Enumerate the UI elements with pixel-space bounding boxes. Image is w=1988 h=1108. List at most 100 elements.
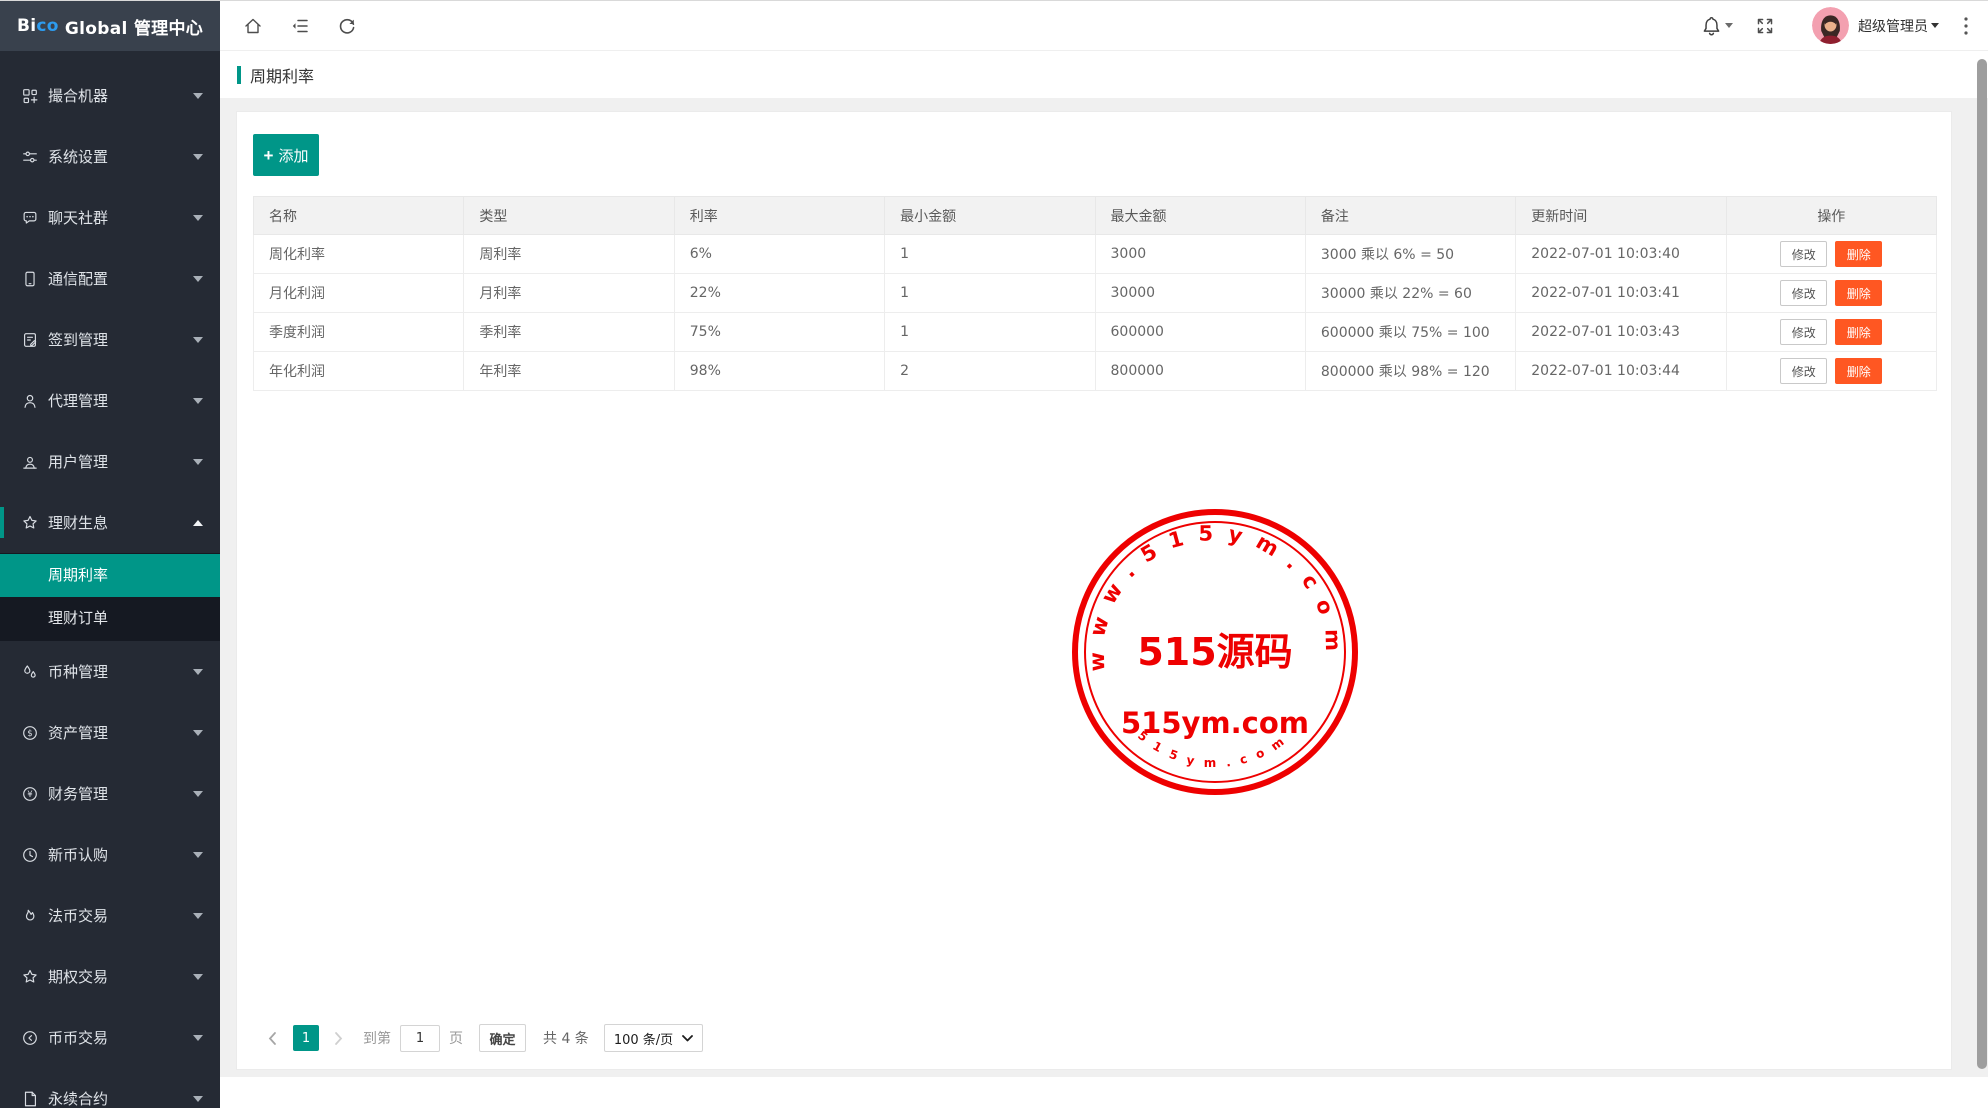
sidebar-item-label: 理财生息: [48, 512, 193, 533]
add-button[interactable]: + 添加: [253, 134, 319, 176]
app-window: Bico Global 管理中心 撮合机器系统设置聊天社群通信配置签到管理代理管…: [0, 0, 1988, 1108]
chevron-down-icon: [193, 154, 203, 160]
more-options-icon[interactable]: [1963, 16, 1969, 36]
collapse-menu-icon[interactable]: [290, 16, 310, 36]
sidebar-item-label: 代理管理: [48, 390, 193, 411]
table-row: 年化利润年利率98%2800000800000 乘以 98% = 1202022…: [254, 352, 1937, 391]
goto-page-input[interactable]: [400, 1025, 440, 1052]
back-circle-icon: [20, 1028, 39, 1047]
pagination: 1 到第 页 确定 共 4 条 100 条/页: [267, 1024, 703, 1052]
next-page-icon[interactable]: [333, 1030, 345, 1046]
chevron-down-icon: [193, 215, 203, 221]
clock-icon: [20, 845, 39, 864]
confirm-button[interactable]: 确定: [479, 1024, 526, 1052]
chevron-down-icon: [193, 974, 203, 980]
logo-part: Global 管理中心: [59, 14, 203, 39]
user-icon: [20, 452, 39, 471]
fullscreen-icon[interactable]: [1755, 16, 1775, 36]
sidebar-subitem-wealth-orders[interactable]: 理财订单: [0, 597, 220, 640]
sidebar-subitem-cycle-rate[interactable]: 周期利率: [0, 554, 220, 597]
cell-max: 3000: [1095, 235, 1305, 274]
column-header: 操作: [1726, 197, 1936, 235]
cell-name: 周化利率: [254, 235, 464, 274]
notifications-button[interactable]: [1701, 15, 1733, 36]
sidebar-item-label: 撮合机器: [48, 85, 193, 106]
cell-type: 季利率: [464, 313, 674, 352]
chevron-down-icon: [193, 669, 203, 675]
sidebar-item-checkin-management[interactable]: 签到管理: [0, 309, 220, 370]
cell-updated: 2022-07-01 10:03:41: [1516, 274, 1726, 313]
document-icon: [20, 1089, 39, 1108]
sidebar-item-communication-config[interactable]: 通信配置: [0, 248, 220, 309]
sidebar-item-asset-management[interactable]: $资产管理: [0, 702, 220, 763]
column-header: 类型: [464, 197, 674, 235]
table-row: 周化利率周利率6%130003000 乘以 6% = 502022-07-01 …: [254, 235, 1937, 274]
prev-page-icon[interactable]: [267, 1030, 279, 1046]
cell-updated: 2022-07-01 10:03:43: [1516, 313, 1726, 352]
delete-button[interactable]: 删除: [1835, 319, 1882, 345]
column-header: 利率: [674, 197, 884, 235]
current-user[interactable]: 超级管理员: [1858, 16, 1928, 36]
sidebar-item-label: 新币认购: [48, 844, 193, 865]
sidebar: Bico Global 管理中心 撮合机器系统设置聊天社群通信配置签到管理代理管…: [0, 1, 220, 1108]
table-row: 月化利润月利率22%13000030000 乘以 22% = 602022-07…: [254, 274, 1937, 313]
chevron-down-icon: [1725, 23, 1733, 28]
sidebar-item-label: 永续合约: [48, 1088, 193, 1108]
chevron-down-icon: [193, 337, 203, 343]
sidebar-item-perpetual-contract[interactable]: 永续合约: [0, 1068, 220, 1108]
refresh-icon[interactable]: [337, 16, 357, 36]
edit-button[interactable]: 修改: [1780, 241, 1827, 267]
column-header: 更新时间: [1516, 197, 1726, 235]
home-icon[interactable]: [243, 16, 263, 36]
device-icon: [20, 269, 39, 288]
cell-max: 30000: [1095, 274, 1305, 313]
chat-icon: [20, 208, 39, 227]
cell-updated: 2022-07-01 10:03:40: [1516, 235, 1726, 274]
avatar[interactable]: [1812, 7, 1849, 44]
cell-remark: 3000 乘以 6% = 50: [1305, 235, 1515, 274]
sidebar-item-chat-community[interactable]: 聊天社群: [0, 187, 220, 248]
table-header-row: 名称类型利率最小金额最大金额备注更新时间操作: [254, 197, 1937, 235]
sidebar-item-options-trade[interactable]: 期权交易: [0, 946, 220, 1007]
edit-button[interactable]: 修改: [1780, 358, 1827, 384]
sidebar-item-spot-trade[interactable]: 币币交易: [0, 1007, 220, 1068]
sidebar-submenu: 周期利率理财订单: [0, 553, 220, 641]
cell-name: 年化利润: [254, 352, 464, 391]
sidebar-item-finance-management[interactable]: ¥财务管理: [0, 763, 220, 824]
goto-label: 到第: [363, 1028, 391, 1048]
sidebar-item-label: 通信配置: [48, 268, 193, 289]
cell-remark: 800000 乘以 98% = 120: [1305, 352, 1515, 391]
delete-button[interactable]: 删除: [1835, 280, 1882, 306]
page-size-select[interactable]: 100 条/页: [604, 1024, 703, 1052]
sidebar-item-coin-management[interactable]: 币种管理: [0, 641, 220, 702]
sidebar-item-new-coin-subscribe[interactable]: 新币认购: [0, 824, 220, 885]
current-page-button[interactable]: 1: [293, 1025, 319, 1051]
main-area: 超级管理员 周期利率 + 添加 名称类型利率最小金额最大金额备注更新时间操作 周…: [220, 1, 1988, 1108]
edit-button[interactable]: 修改: [1780, 319, 1827, 345]
delete-button[interactable]: 删除: [1835, 358, 1882, 384]
sidebar-item-label: 币币交易: [48, 1027, 193, 1048]
chevron-down-icon: [193, 913, 203, 919]
chevron-down-icon[interactable]: [1931, 23, 1939, 28]
sidebar-item-agent-management[interactable]: 代理管理: [0, 370, 220, 431]
sidebar-menu: 撮合机器系统设置聊天社群通信配置签到管理代理管理用户管理理财生息周期利率理财订单…: [0, 51, 220, 1108]
sidebar-item-wealth-interest[interactable]: 理财生息: [0, 492, 220, 553]
table-row: 季度利润季利率75%1600000600000 乘以 75% = 1002022…: [254, 313, 1937, 352]
sidebar-item-matching-engine[interactable]: 撮合机器: [0, 65, 220, 126]
sidebar-item-fiat-trade[interactable]: 法币交易: [0, 885, 220, 946]
sidebar-item-label: 签到管理: [48, 329, 193, 350]
cell-rate: 6%: [674, 235, 884, 274]
chevron-down-icon: [193, 93, 203, 99]
edit-button[interactable]: 修改: [1780, 280, 1827, 306]
chevron-down-icon: [193, 1096, 203, 1102]
page-title: 周期利率: [250, 63, 314, 87]
chevron-down-icon: [193, 791, 203, 797]
delete-button[interactable]: 删除: [1835, 241, 1882, 267]
sidebar-item-label: 聊天社群: [48, 207, 193, 228]
cell-max: 600000: [1095, 313, 1305, 352]
scrollbar-thumb[interactable]: [1977, 59, 1987, 1069]
sidebar-item-user-management[interactable]: 用户管理: [0, 431, 220, 492]
sidebar-item-system-settings[interactable]: 系统设置: [0, 126, 220, 187]
cell-name: 月化利润: [254, 274, 464, 313]
star-icon: [20, 513, 39, 532]
